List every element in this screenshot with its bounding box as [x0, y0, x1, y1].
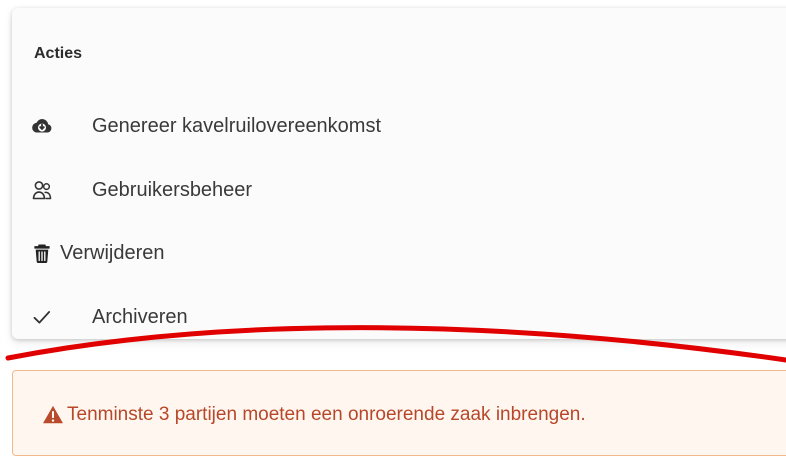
check-icon	[30, 305, 54, 329]
actions-panel: Acties Genereer kavelruilovereenkomst Ge…	[12, 8, 786, 339]
action-generate-agreement-label: Genereer kavelruilovereenkomst	[92, 115, 382, 137]
trash-icon	[30, 241, 54, 265]
action-archive-label: Archiveren	[92, 306, 188, 328]
action-delete-label: Verwijderen	[60, 242, 165, 264]
validation-alert-message: Tenminste 3 partijen moeten een onroeren…	[67, 404, 586, 425]
cloud-download-icon	[30, 114, 54, 138]
action-generate-agreement[interactable]: Genereer kavelruilovereenkomst	[30, 110, 381, 142]
action-delete[interactable]: Verwijderen	[30, 237, 165, 269]
warning-icon	[41, 403, 65, 427]
validation-alert: Tenminste 3 partijen moeten een onroeren…	[12, 370, 786, 456]
actions-title: Acties	[34, 45, 83, 62]
action-user-management[interactable]: Gebruikersbeheer	[30, 174, 252, 206]
action-archive[interactable]: Archiveren	[30, 301, 188, 333]
validation-alert-content: Tenminste 3 partijen moeten een onroeren…	[41, 403, 586, 427]
users-icon	[30, 178, 54, 202]
action-user-management-label: Gebruikersbeheer	[92, 179, 253, 201]
